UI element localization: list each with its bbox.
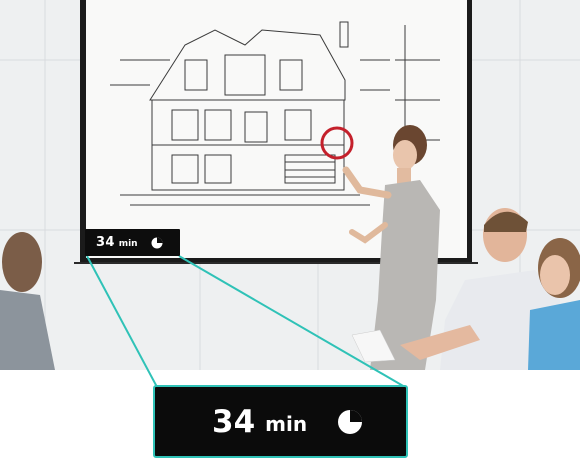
meeting-scene bbox=[0, 0, 580, 370]
clock-pie-icon bbox=[337, 409, 363, 435]
timer-zoom-unit: min bbox=[265, 411, 308, 436]
timer-badge-unit: min bbox=[118, 238, 138, 249]
clock-pie-icon bbox=[151, 237, 163, 249]
meeting-room-photo bbox=[0, 0, 580, 370]
timer-zoom-callout: 34 min bbox=[153, 385, 408, 458]
timer-zoom-value: 34 bbox=[212, 403, 256, 440]
timer-badge[interactable]: 34 min bbox=[85, 229, 180, 256]
timer-badge-value: 34 bbox=[96, 235, 115, 250]
